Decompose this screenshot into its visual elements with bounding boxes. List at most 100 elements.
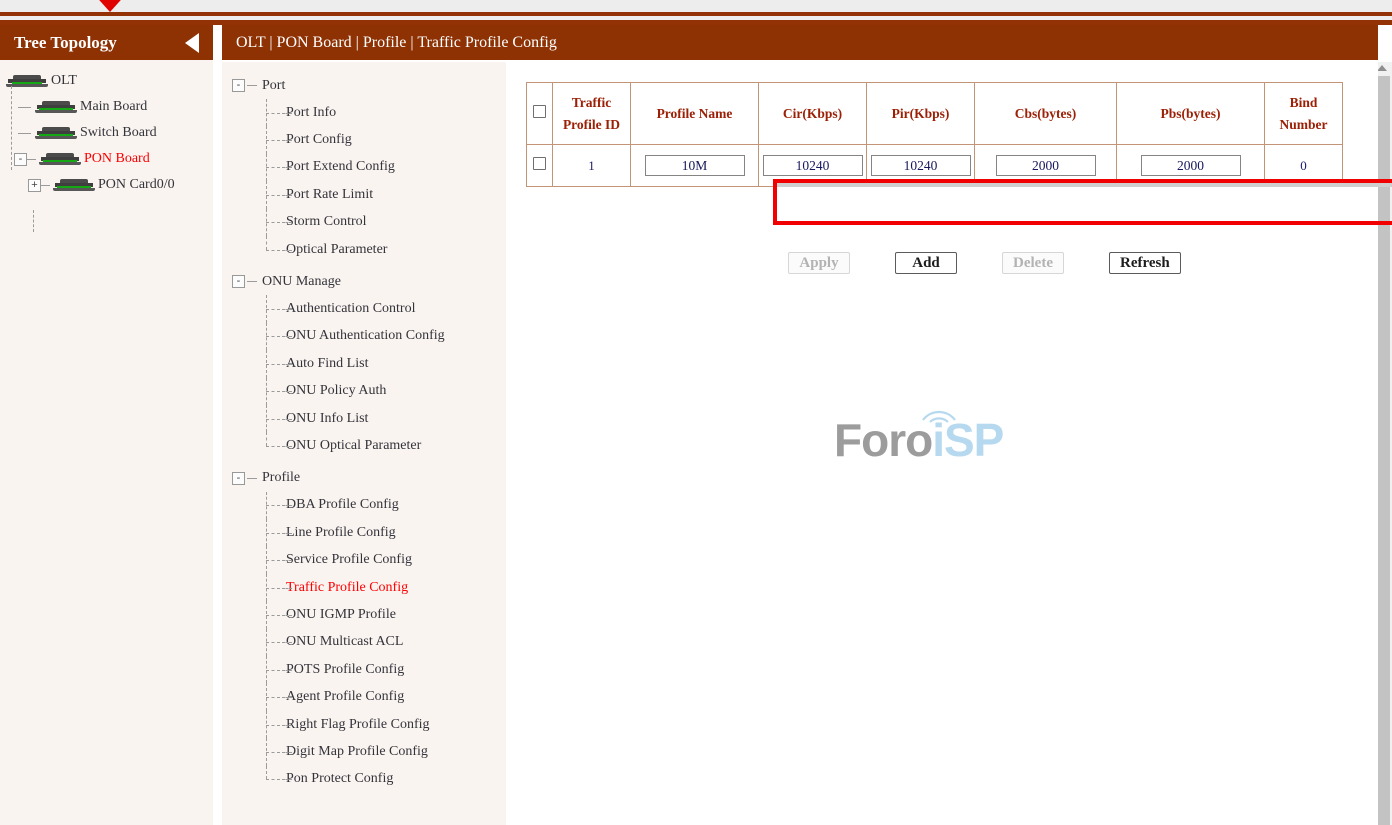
cbs-input[interactable]	[996, 155, 1096, 176]
menu-item-label: ONU Info List	[286, 411, 368, 427]
column-header-line: Traffic	[557, 92, 626, 114]
menu-group-toggle[interactable]: -	[232, 472, 245, 485]
column-header-line: Profile ID	[557, 114, 626, 136]
menu-group-profile[interactable]: -Profile	[232, 465, 506, 492]
row-checkbox[interactable]	[533, 157, 546, 170]
tree-expand-toggle[interactable]: +	[28, 179, 41, 192]
tree-node-label: PON Card0/0	[98, 177, 175, 193]
menu-group-onu-manage[interactable]: -ONU Manage	[232, 268, 506, 295]
menu-branch-line	[266, 492, 282, 519]
menu-group-port[interactable]: -Port	[232, 72, 506, 99]
tree-node-label: Switch Board	[80, 125, 157, 141]
menu-item-label: Pon Protect Config	[286, 771, 393, 787]
menu-branch-line	[282, 167, 292, 168]
menu-branch-line	[282, 250, 292, 251]
column-header-line: Cir(Kbps)	[763, 103, 862, 125]
menu-item-port-rate-limit[interactable]: Port Rate Limit	[232, 181, 506, 208]
menu-branch-line	[266, 683, 282, 710]
menu-item-port-info[interactable]: Port Info	[232, 99, 506, 126]
menu-branch-line	[282, 446, 292, 447]
profile-name-input[interactable]	[645, 155, 745, 176]
tree-node-olt[interactable]: OLT	[0, 68, 213, 94]
column-header-line: Cbs(bytes)	[979, 103, 1112, 125]
tree-topology-title: Tree Topology	[14, 33, 117, 53]
column-header-line: Profile Name	[635, 103, 754, 125]
menu-branch-line	[282, 670, 292, 671]
pbs-input[interactable]	[1141, 155, 1241, 176]
menu-item-pots-profile-config[interactable]: POTS Profile Config	[232, 656, 506, 683]
menu-item-pon-protect-config[interactable]: Pon Protect Config	[232, 766, 506, 793]
tree-collapse-toggle[interactable]: -	[14, 153, 27, 166]
menu-item-onu-policy-auth[interactable]: ONU Policy Auth	[232, 378, 506, 405]
foroisp-watermark: ForoiSP	[834, 407, 1006, 467]
column-header-line: Bind	[1269, 92, 1338, 114]
refresh-button[interactable]: Refresh	[1109, 252, 1181, 274]
menu-item-port-extend-config[interactable]: Port Extend Config	[232, 154, 506, 181]
tree-node-pon-card[interactable]: + PON Card0/0	[0, 172, 213, 198]
menu-item-onu-optical-parameter[interactable]: ONU Optical Parameter	[232, 432, 506, 459]
cir-input[interactable]	[763, 155, 863, 176]
pir-input[interactable]	[871, 155, 971, 176]
menu-item-onu-multicast-acl[interactable]: ONU Multicast ACL	[232, 629, 506, 656]
menu-branch-line	[266, 546, 282, 573]
menu-item-onu-info-list[interactable]: ONU Info List	[232, 405, 506, 432]
menu-branch-line	[282, 697, 292, 698]
menu-branch-line	[266, 711, 282, 738]
top-divider-bar-1	[0, 12, 1392, 16]
tree-node-switch-board[interactable]: Switch Board	[0, 120, 213, 146]
red-down-arrow-icon	[92, 0, 128, 12]
menu-group-toggle[interactable]: -	[232, 275, 245, 288]
tree-node-pon-board[interactable]: - PON Board	[0, 146, 213, 172]
device-icon	[53, 179, 95, 192]
menu-branch-line	[282, 222, 292, 223]
menu-item-label: ONU Authentication Config	[286, 328, 445, 344]
add-button[interactable]: Add	[895, 252, 957, 274]
menu-item-onu-igmp-profile[interactable]: ONU IGMP Profile	[232, 601, 506, 628]
select-all-checkbox[interactable]	[533, 105, 546, 118]
menu-item-label: Authentication Control	[286, 301, 415, 317]
menu-branch-line	[282, 113, 292, 114]
menu-branch-line	[266, 601, 282, 628]
menu-branch-line	[266, 629, 282, 656]
menu-item-optical-parameter[interactable]: Optical Parameter	[232, 236, 506, 263]
menu-branch-line	[282, 588, 292, 589]
menu-item-label: Port Extend Config	[286, 159, 395, 175]
menu-branch-line	[266, 574, 282, 601]
menu-item-authentication-control[interactable]: Authentication Control	[232, 295, 506, 322]
menu-item-dba-profile-config[interactable]: DBA Profile Config	[232, 492, 506, 519]
menu-branch-line	[266, 405, 282, 432]
menu-branch-line	[282, 391, 292, 392]
menu-item-traffic-profile-config[interactable]: Traffic Profile Config	[232, 574, 506, 601]
menu-item-digit-map-profile-config[interactable]: Digit Map Profile Config	[232, 738, 506, 765]
menu-branch-line	[282, 779, 292, 780]
menu-item-label: Right Flag Profile Config	[286, 717, 430, 733]
menu-group-toggle[interactable]: -	[232, 79, 245, 92]
menu-item-label: Auto Find List	[286, 356, 368, 372]
row-horizontal-scrollbar[interactable]	[777, 181, 1392, 187]
menu-branch-line	[266, 99, 282, 126]
collapse-panel-icon[interactable]	[185, 33, 199, 53]
menu-item-service-profile-config[interactable]: Service Profile Config	[232, 546, 506, 573]
menu-item-label: POTS Profile Config	[286, 662, 404, 678]
menu-branch-line	[282, 419, 292, 420]
table-header-row: TrafficProfile ID Profile Name Cir(Kbps) Pi…	[527, 83, 1343, 145]
menu-item-right-flag-profile-config[interactable]: Right Flag Profile Config	[232, 711, 506, 738]
menu-item-line-profile-config[interactable]: Line Profile Config	[232, 519, 506, 546]
tree-node-main-board[interactable]: Main Board	[0, 94, 213, 120]
menu-branch-line	[266, 181, 282, 208]
menu-branch-line	[282, 533, 292, 534]
column-header-line: Pir(Kbps)	[871, 103, 970, 125]
menu-item-onu-authentication-config[interactable]: ONU Authentication Config	[232, 323, 506, 350]
breadcrumb-text: OLT | PON Board | Profile | Traffic Prof…	[236, 34, 557, 52]
menu-branch-line	[247, 85, 257, 86]
scroll-up-icon[interactable]	[1377, 65, 1387, 71]
menu-item-port-config[interactable]: Port Config	[232, 126, 506, 153]
menu-branch-line	[266, 209, 282, 236]
apply-button: Apply	[788, 252, 850, 274]
navigation-menu-list: -PortPort InfoPort Config Port Extend Con…	[222, 62, 506, 793]
column-header: Profile Name	[631, 83, 759, 145]
menu-item-storm-control[interactable]: Storm Control	[232, 209, 506, 236]
menu-item-agent-profile-config[interactable]: Agent Profile Config	[232, 683, 506, 710]
column-header: Pbs(bytes)	[1117, 83, 1265, 145]
menu-item-auto-find-list[interactable]: Auto Find List	[232, 350, 506, 377]
